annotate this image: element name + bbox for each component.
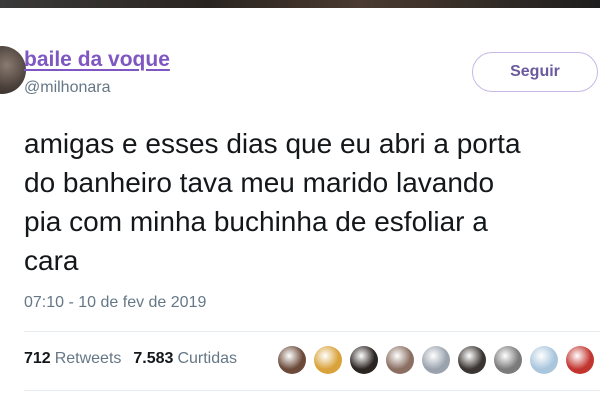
liker-avatar[interactable] bbox=[530, 346, 558, 374]
tweet-text-line: pia com minha buchinha de esfoliar a bbox=[24, 206, 488, 237]
liker-avatar[interactable] bbox=[458, 346, 486, 374]
tweet-timestamp[interactable]: 07:10 - 10 de fev de 2019 bbox=[24, 294, 206, 312]
likes-count: 7.583 bbox=[133, 350, 174, 367]
liker-avatar[interactable] bbox=[314, 346, 342, 374]
avatar[interactable] bbox=[0, 46, 26, 94]
liker-avatar[interactable] bbox=[278, 346, 306, 374]
follow-button[interactable]: Seguir bbox=[472, 52, 598, 92]
liker-avatar[interactable] bbox=[350, 346, 378, 374]
liker-avatar[interactable] bbox=[494, 346, 522, 374]
previous-image-strip bbox=[0, 0, 600, 8]
liker-avatar[interactable] bbox=[386, 346, 414, 374]
handle[interactable]: @milhonara bbox=[24, 79, 111, 97]
liker-avatar[interactable] bbox=[566, 346, 594, 374]
retweets-link[interactable]: 712 Retweets bbox=[24, 350, 121, 368]
liker-avatar[interactable] bbox=[422, 346, 450, 374]
tweet-stats: 712 Retweets 7.583 Curtidas bbox=[24, 350, 237, 368]
display-name[interactable]: baile da voque bbox=[24, 48, 170, 72]
divider bbox=[24, 390, 600, 391]
likes-label: Curtidas bbox=[177, 350, 238, 367]
retweets-count: 712 bbox=[24, 350, 51, 367]
tweet-text: amigas e esses dias que eu abri a porta … bbox=[24, 124, 600, 280]
tweet-text-line: amigas e esses dias que eu abri a porta bbox=[24, 128, 521, 159]
likes-link[interactable]: 7.583 Curtidas bbox=[133, 350, 237, 368]
divider bbox=[24, 331, 600, 332]
tweet-text-line: do banheiro tava meu marido lavando bbox=[24, 167, 495, 198]
tweet-text-line: cara bbox=[24, 245, 79, 276]
retweets-label: Retweets bbox=[54, 350, 122, 367]
liker-avatars bbox=[278, 345, 600, 375]
